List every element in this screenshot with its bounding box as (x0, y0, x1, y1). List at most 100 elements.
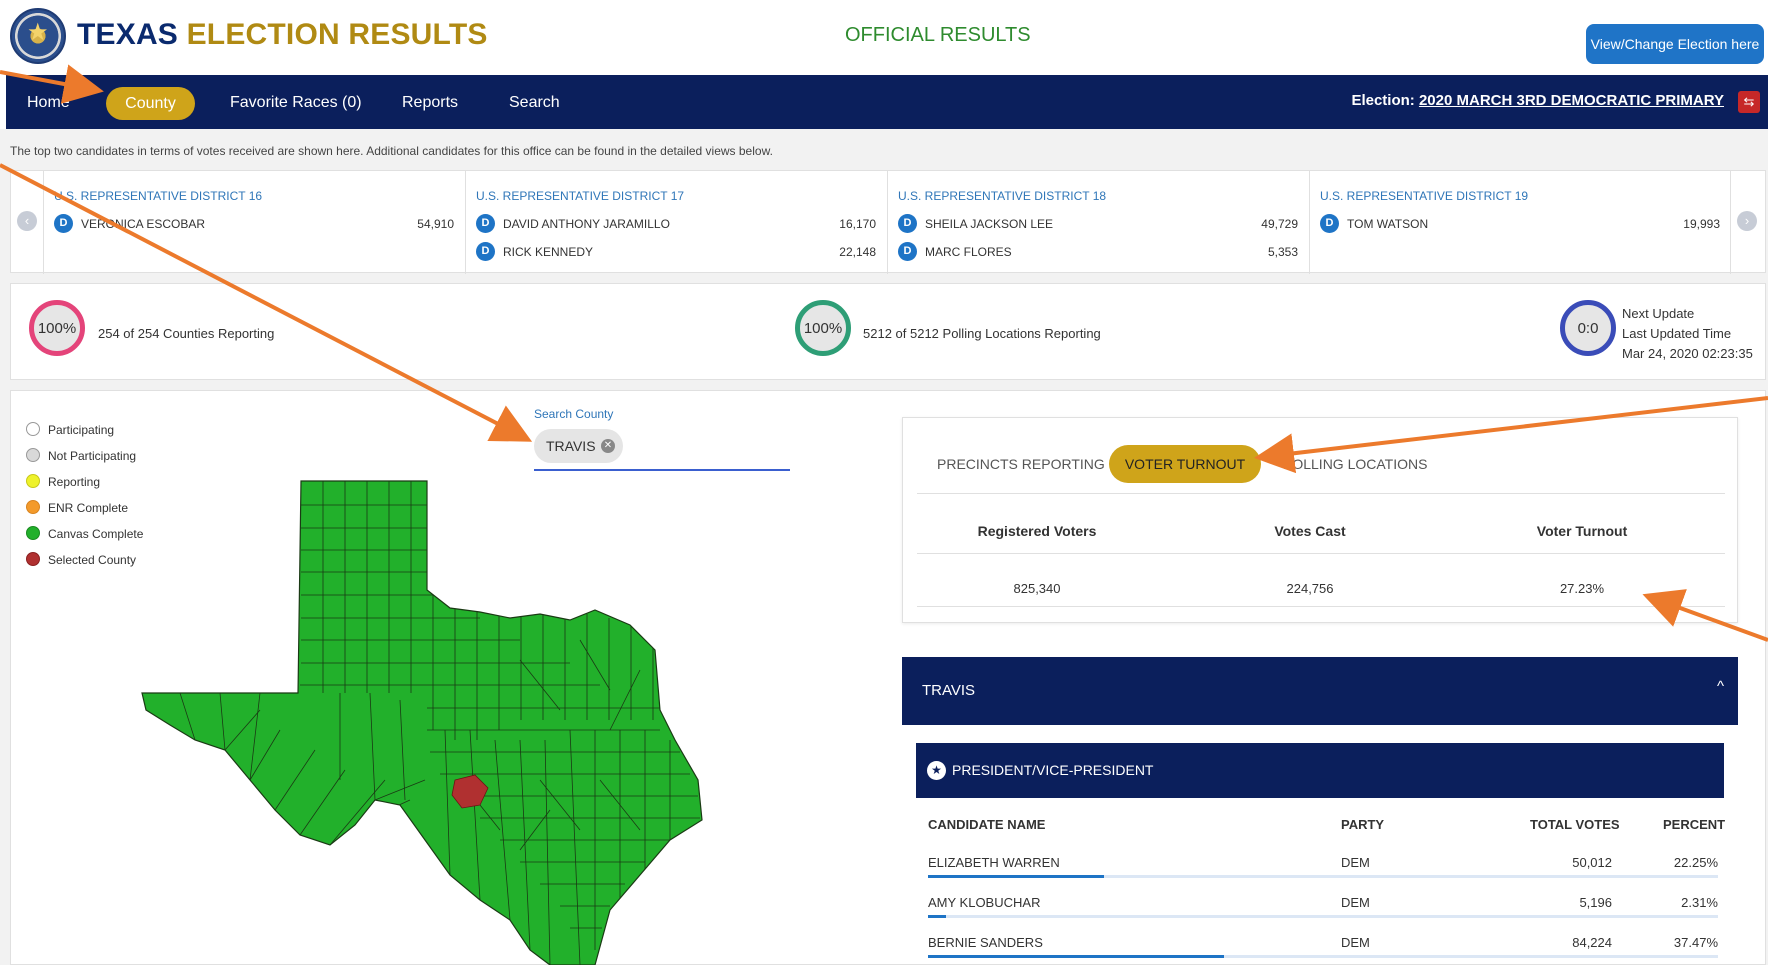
candidate-row: D TOM WATSON 19,993 (1320, 214, 1730, 234)
candidate-name: BERNIE SANDERS (928, 935, 1043, 950)
last-updated-time: Mar 24, 2020 02:23:35 (1622, 346, 1753, 361)
collapse-chevron-icon[interactable]: ^ (1717, 678, 1724, 695)
col-voter-turnout: Voter Turnout (1536, 523, 1628, 539)
race-card[interactable]: U.S. REPRESENTATIVE DISTRICT 16 D VERONI… (43, 171, 465, 274)
candidate-name: MARC FLORES (925, 245, 1012, 259)
race-card[interactable]: U.S. REPRESENTATIVE DISTRICT 18 D SHEILA… (887, 171, 1309, 274)
registered-voters-value: 825,340 (1013, 581, 1061, 596)
polling-percent-ring: 100% (795, 300, 851, 356)
candidate-party: DEM (1341, 855, 1370, 870)
candidate-name: VERONICA ESCOBAR (81, 217, 206, 231)
last-updated-label: Last Updated Time (1622, 326, 1732, 341)
votes-cast-value: 224,756 (1286, 581, 1334, 596)
county-accordion-header[interactable]: TRAVIS ^ (902, 657, 1738, 725)
nav-search[interactable]: Search (509, 88, 560, 118)
vote-share-bar (928, 955, 1224, 958)
candidate-result-row: BERNIE SANDERS DEM 84,224 37.47% (928, 935, 1718, 965)
candidate-total-votes: 84,224 (1572, 935, 1612, 950)
candidate-votes: 22,148 (839, 245, 876, 259)
election-selector[interactable]: Election: 2020 MARCH 3RD DEMOCRATIC PRIM… (1351, 92, 1724, 109)
legend-swatch (26, 552, 40, 566)
polling-reporting-text: 5212 of 5212 Polling Locations Reporting (863, 326, 1101, 341)
candidate-percent: 2.31% (1681, 895, 1718, 910)
candidate-name: SHEILA JACKSON LEE (925, 217, 1054, 231)
candidate-total-votes: 5,196 (1579, 895, 1612, 910)
candidate-row: D MARC FLORES 5,353 (898, 242, 1308, 262)
candidate-total-votes: 50,012 (1572, 855, 1612, 870)
race-title[interactable]: U.S. REPRESENTATIVE DISTRICT 16 (54, 189, 262, 203)
candidate-name: AMY KLOBUCHAR (928, 895, 1041, 910)
col-party: PARTY (1341, 817, 1385, 832)
top-candidates-note: The top two candidates in terms of votes… (10, 144, 773, 158)
row-divider (917, 606, 1725, 607)
race-title[interactable]: U.S. REPRESENTATIVE DISTRICT 18 (898, 189, 1106, 203)
swap-election-icon[interactable]: ⇆ (1738, 91, 1760, 113)
site-title[interactable]: TEXAS ELECTION RESULTS (77, 18, 488, 52)
carousel-prev-icon[interactable]: ‹ (17, 211, 37, 231)
texas-seal-logo: ★ (10, 8, 66, 64)
site-title-part1: TEXAS (77, 18, 179, 51)
race-header: ★ PRESIDENT/VICE-PRESIDENT (916, 743, 1724, 798)
race-title[interactable]: U.S. REPRESENTATIVE DISTRICT 17 (476, 189, 684, 203)
election-name-link[interactable]: 2020 MARCH 3RD DEMOCRATIC PRIMARY (1419, 92, 1724, 109)
next-update-timer: 0:0 (1560, 300, 1616, 356)
counties-percent-ring: 100% (29, 300, 85, 356)
nav-reports[interactable]: Reports (402, 88, 458, 118)
vote-share-bar (928, 875, 1104, 878)
col-percent: PERCENT (1663, 817, 1726, 832)
party-badge: D (898, 242, 917, 261)
clear-chip-icon[interactable]: ✕ (601, 439, 615, 453)
turnout-card: PRECINCTS REPORTING VOTER TURNOUT POLLIN… (902, 417, 1738, 623)
carousel-next-icon[interactable]: › (1737, 211, 1757, 231)
view-change-election-button[interactable]: View/Change Election here (1586, 24, 1764, 64)
candidate-name: ELIZABETH WARREN (928, 855, 1060, 870)
candidate-party: DEM (1341, 935, 1370, 950)
race-carousel: ‹ U.S. REPRESENTATIVE DISTRICT 16 D VERO… (10, 170, 1766, 274)
race-title[interactable]: U.S. REPRESENTATIVE DISTRICT 19 (1320, 189, 1528, 203)
nav-county[interactable]: County (106, 87, 195, 120)
legend-swatch (26, 448, 40, 462)
nav-favorite-races[interactable]: Favorite Races (0) (230, 88, 362, 118)
tab-polling-locations[interactable]: POLLING LOCATIONS (1283, 445, 1427, 483)
texas-county-map[interactable] (140, 480, 720, 965)
candidate-party: DEM (1341, 895, 1370, 910)
counties-reporting-text: 254 of 254 Counties Reporting (98, 326, 275, 341)
legend-swatch (26, 422, 40, 436)
candidate-result-row: AMY KLOBUCHAR DEM 5,196 2.31% (928, 895, 1718, 929)
nav-home[interactable]: Home (27, 88, 70, 118)
election-prefix: Election: (1351, 92, 1415, 109)
county-title: TRAVIS (922, 682, 976, 699)
legend-swatch (26, 474, 40, 488)
party-badge: D (898, 214, 917, 233)
party-badge: D (476, 214, 495, 233)
candidate-row: D VERONICA ESCOBAR 54,910 (54, 214, 464, 234)
page: ★ TEXAS ELECTION RESULTS OFFICIAL RESULT… (0, 0, 1768, 965)
legend-label: Canvas Complete (48, 527, 144, 541)
legend-swatch (26, 500, 40, 514)
candidate-votes: 5,353 (1267, 245, 1298, 259)
search-county-chip[interactable]: TRAVIS ✕ (534, 429, 623, 463)
race-card[interactable]: U.S. REPRESENTATIVE DISTRICT 17 D DAVID … (465, 171, 887, 274)
star-icon: ★ (27, 19, 49, 46)
race-name: PRESIDENT/VICE-PRESIDENT (952, 762, 1154, 778)
party-badge: D (476, 242, 495, 261)
candidate-name: TOM WATSON (1347, 217, 1429, 231)
legend-label: Selected County (48, 553, 137, 567)
legend-label: Not Participating (48, 449, 137, 463)
candidate-percent: 22.25% (1673, 855, 1718, 870)
favorite-star-icon[interactable]: ★ (927, 761, 946, 780)
search-county-label: Search County (534, 407, 614, 421)
col-total-votes: TOTAL VOTES (1530, 817, 1620, 832)
candidate-name: DAVID ANTHONY JARAMILLO (503, 217, 670, 231)
header-divider (917, 553, 1725, 554)
selected-county-text: TRAVIS (546, 438, 596, 454)
main-nav: Home County Favorite Races (0) Reports S… (6, 75, 1768, 129)
tab-precincts-reporting[interactable]: PRECINCTS REPORTING (937, 445, 1105, 483)
party-badge: D (54, 214, 73, 233)
search-county-input[interactable] (534, 469, 790, 471)
candidate-row: D RICK KENNEDY 22,148 (476, 242, 886, 262)
tab-voter-turnout[interactable]: VOTER TURNOUT (1109, 445, 1261, 483)
race-card[interactable]: U.S. REPRESENTATIVE DISTRICT 19 D TOM WA… (1309, 171, 1731, 274)
vote-share-track (928, 915, 1718, 918)
candidate-votes: 49,729 (1261, 217, 1298, 231)
